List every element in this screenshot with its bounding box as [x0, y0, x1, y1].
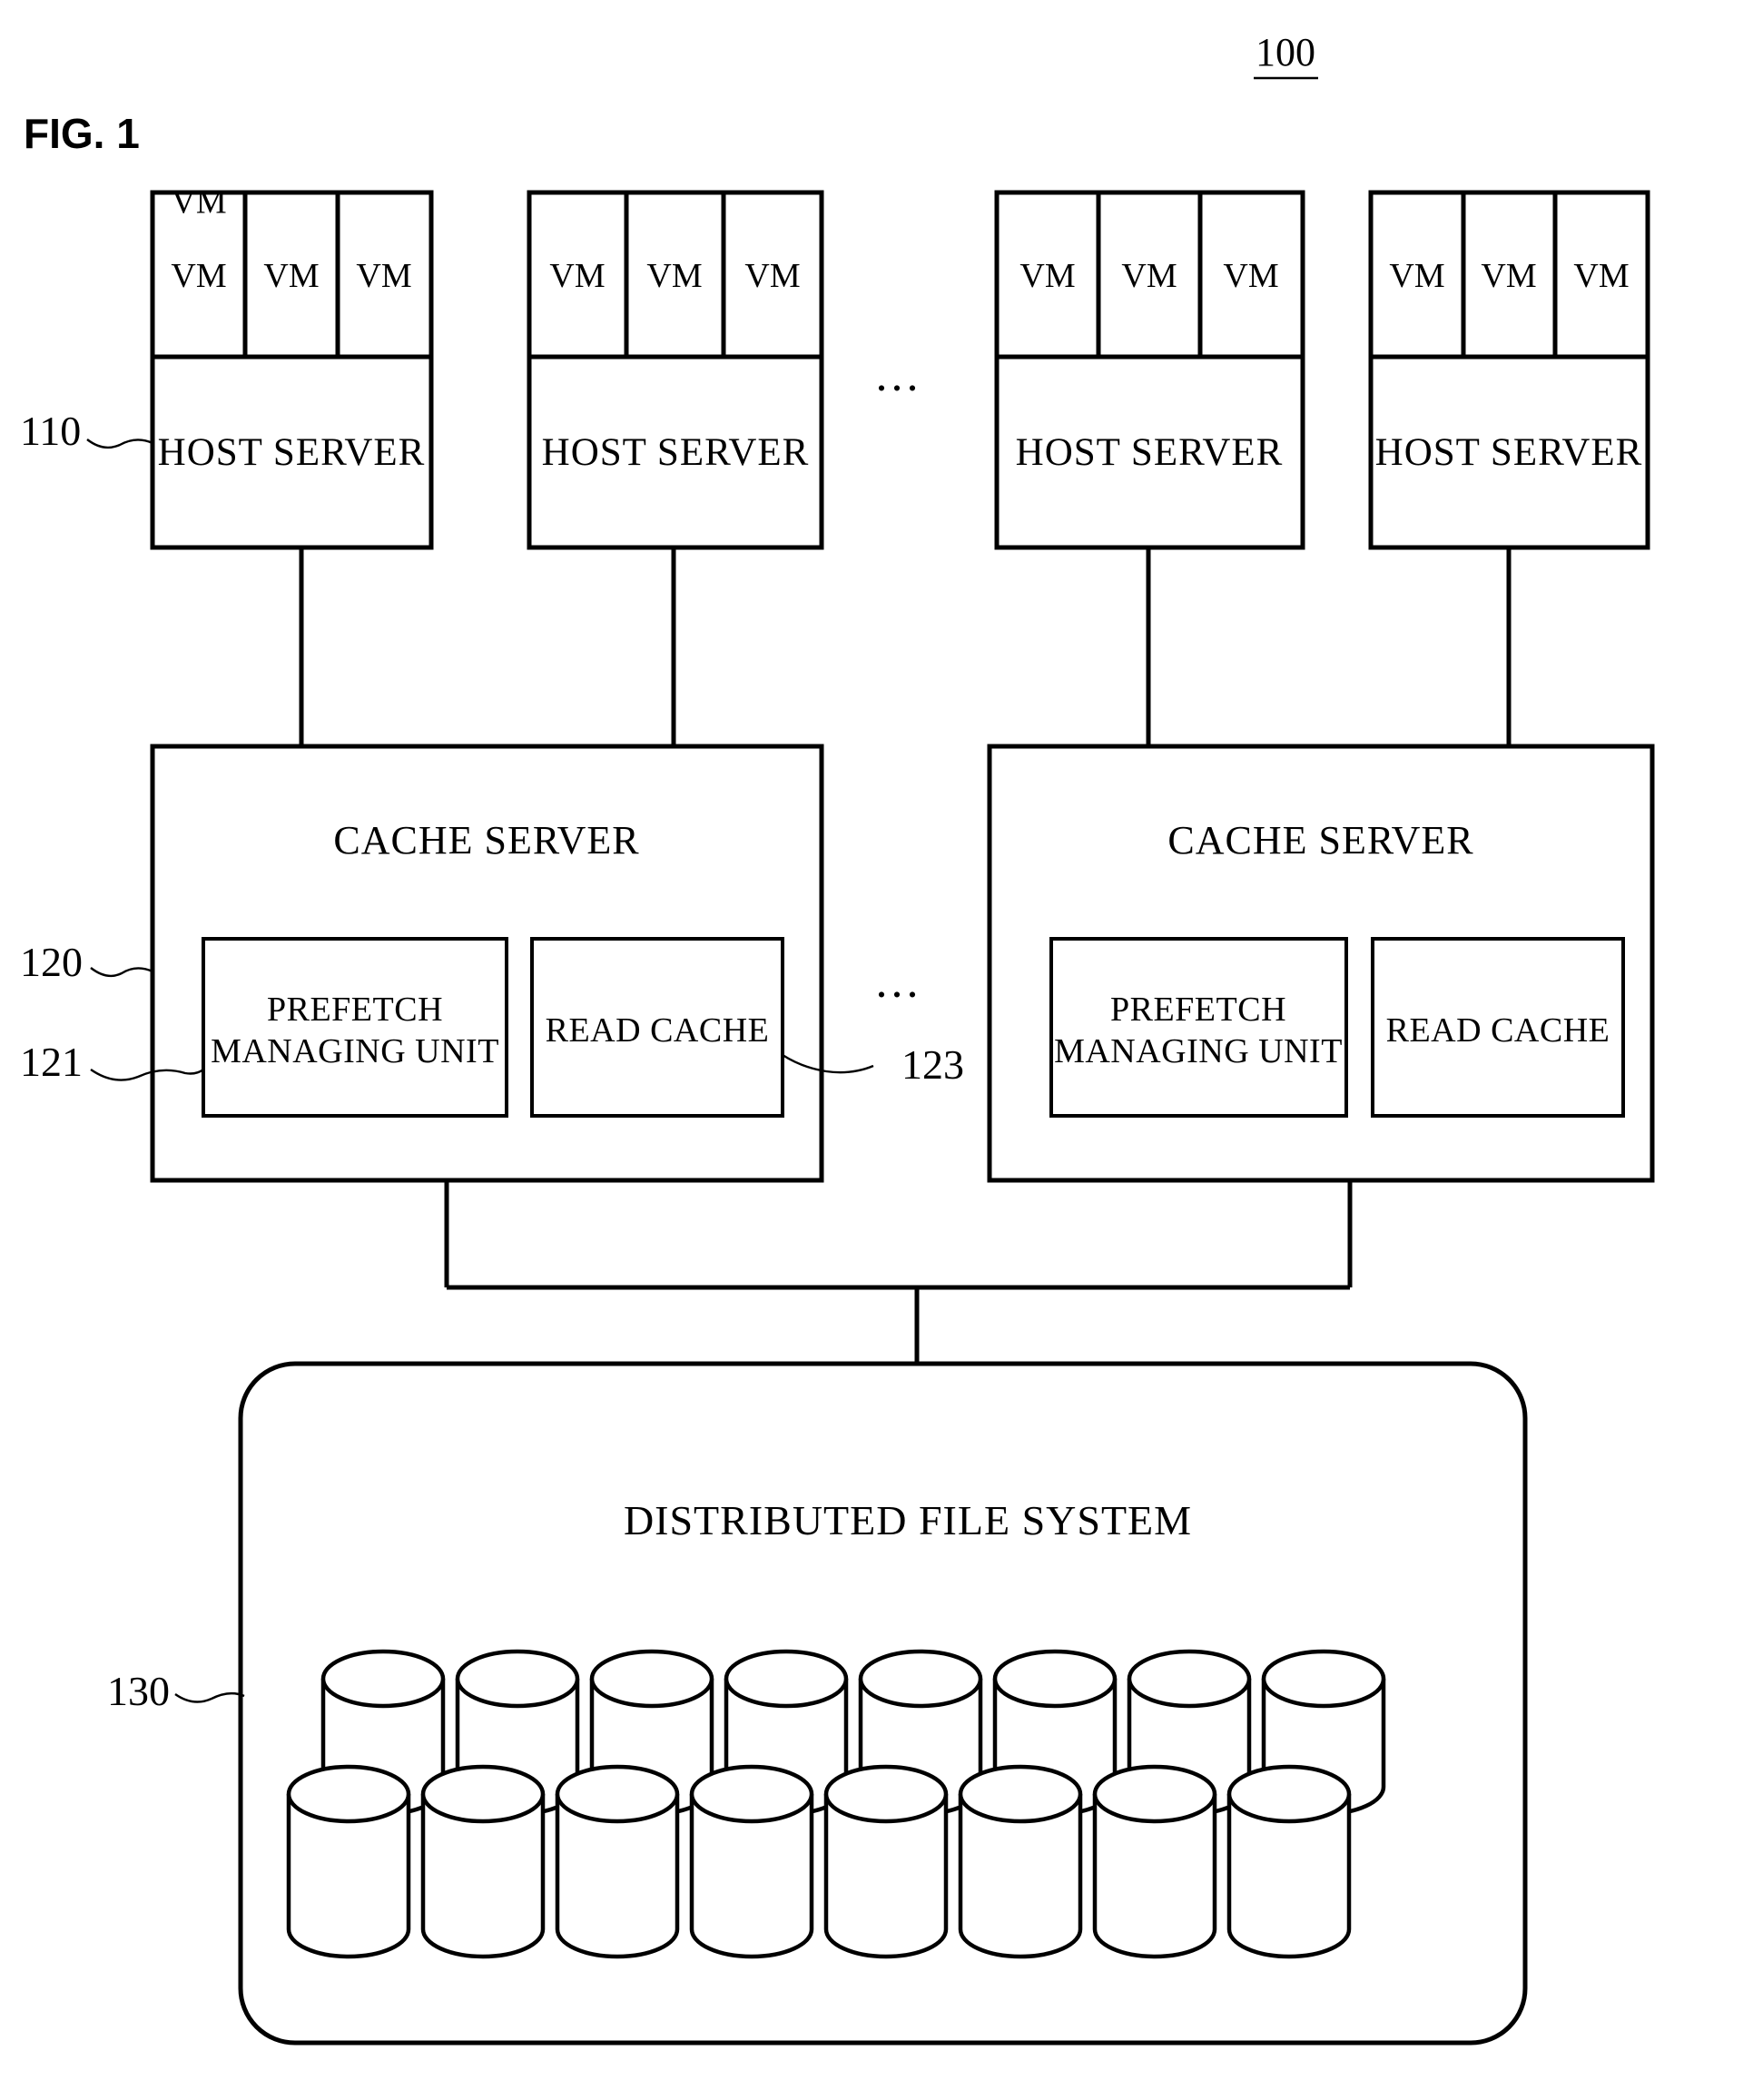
prefetch-managing-unit-1-line1: PREFETCH: [267, 991, 443, 1029]
figure-label-group: FIG. 1: [24, 110, 140, 157]
vm-cell: VM: [549, 257, 605, 295]
ref-110-number: 110: [20, 408, 81, 454]
host-server-4[interactable]: VM VM VM HOST SERVER: [1368, 190, 1650, 550]
cache-server-2[interactable]: CACHE SERVER PREFETCH MANAGING UNIT READ…: [987, 744, 1655, 1183]
host-server-3[interactable]: VM VM VM HOST SERVER: [994, 190, 1305, 550]
read-cache-2[interactable]: READ CACHE: [1371, 937, 1625, 1118]
ref-120-group: 120: [20, 939, 153, 985]
distributed-file-system[interactable]: DISTRIBUTED FILE SYSTEM: [238, 1361, 1528, 2046]
vm-cell: VM: [1223, 257, 1278, 295]
cache-to-storage-connectors: [444, 1180, 1353, 1364]
read-cache-1[interactable]: READ CACHE: [530, 937, 784, 1118]
disk-cylinder: [420, 1764, 546, 1959]
disk-cylinder: [823, 1764, 949, 1959]
host-server-1-label: HOST SERVER: [158, 431, 426, 474]
disk-cylinder: [689, 1764, 814, 1959]
vm-cell: VM: [171, 183, 226, 222]
host-to-cache-connectors: [299, 547, 1512, 746]
system-ref-number: 100: [1256, 30, 1315, 74]
cache-server-1-title: CACHE SERVER: [333, 818, 639, 863]
host-server-4-outline: [1368, 190, 1650, 550]
read-cache-1-label: READ CACHE: [546, 1011, 770, 1050]
vm-cell: VM: [1019, 257, 1075, 295]
vm-cell: VM: [356, 257, 411, 295]
system-reference-100: 100: [1254, 30, 1318, 80]
figure-label: FIG. 1: [24, 110, 140, 157]
distributed-file-system-title: DISTRIBUTED FILE SYSTEM: [624, 1497, 1192, 1543]
ref-130-group: 130: [107, 1668, 245, 1714]
vm-cell: VM: [1121, 257, 1177, 295]
cache-server-2-title: CACHE SERVER: [1167, 818, 1473, 863]
ref-123-number: 123: [901, 1041, 964, 1088]
prefetch-managing-unit-1[interactable]: PREFETCH MANAGING UNIT: [202, 937, 508, 1118]
host-tier-ellipsis: ...: [876, 350, 922, 401]
ref-110-leader-line: [86, 439, 153, 449]
cache-tier-ellipsis: ...: [876, 956, 922, 1008]
vm-cell: VM: [171, 257, 226, 295]
disk-cylinder: [958, 1764, 1083, 1959]
vm-cell: VM: [1389, 257, 1444, 295]
disk-cylinder: [286, 1764, 411, 1959]
disk-cylinder: [555, 1764, 680, 1959]
prefetch-managing-unit-2-line1: PREFETCH: [1110, 991, 1286, 1029]
host-server-2-label: HOST SERVER: [542, 431, 810, 474]
host-server-2-outline: [527, 190, 824, 550]
ref-130-number: 130: [107, 1668, 170, 1714]
host-server-1[interactable]: VM VM VM VM HOST SERVER: [150, 183, 434, 550]
figure-1-diagram: FIG. 1 100 VM VM VM VM HOST SERVER VM VM…: [0, 0, 1753, 2100]
disk-cylinder: [1092, 1764, 1217, 1959]
prefetch-managing-unit-1-line2: MANAGING UNIT: [211, 1032, 499, 1070]
cache-server-1[interactable]: CACHE SERVER PREFETCH MANAGING UNIT READ…: [150, 744, 824, 1183]
host-server-3-outline: [994, 190, 1305, 550]
host-server-2[interactable]: VM VM VM HOST SERVER: [527, 190, 824, 550]
host-server-4-label: HOST SERVER: [1375, 431, 1643, 474]
ref-130-leader-line: [174, 1691, 245, 1703]
disk-cylinder: [1226, 1764, 1352, 1959]
ref-110-group: 110: [20, 408, 153, 454]
prefetch-managing-unit-2[interactable]: PREFETCH MANAGING UNIT: [1049, 937, 1348, 1118]
vm-cell: VM: [1573, 257, 1629, 295]
ref-120-number: 120: [20, 939, 83, 985]
vm-cell: VM: [744, 257, 800, 295]
vm-cell: VM: [646, 257, 702, 295]
vm-cell: VM: [263, 257, 319, 295]
ref-120-leader-line: [90, 967, 153, 978]
host-server-1-outline: [150, 190, 434, 550]
read-cache-2-label: READ CACHE: [1386, 1011, 1610, 1050]
ref-121-number: 121: [20, 1039, 83, 1085]
prefetch-managing-unit-2-line2: MANAGING UNIT: [1054, 1032, 1343, 1070]
host-server-3-label: HOST SERVER: [1016, 431, 1284, 474]
vm-cell: VM: [1481, 257, 1536, 295]
